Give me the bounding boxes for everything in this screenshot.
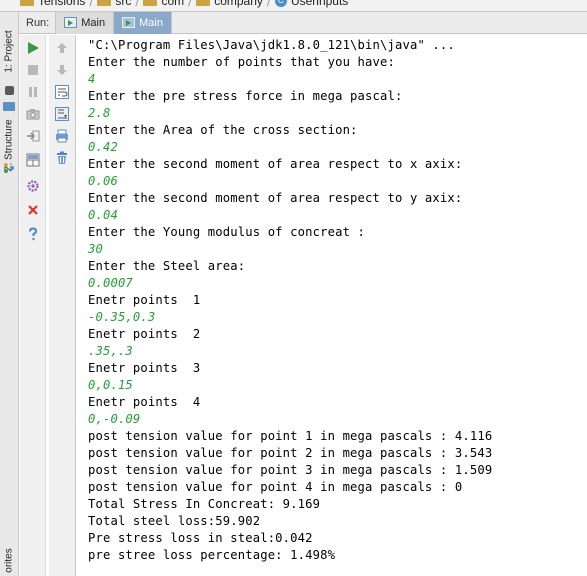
console-output-line: Pre stress loss in steal:0.042 [88, 531, 313, 545]
run-toolbar-primary [20, 35, 46, 576]
folder-icon [20, 0, 34, 6]
down-arrow-icon [57, 65, 67, 75]
console-output-line: post tension value for point 4 in mega p… [88, 480, 463, 494]
run-tool-window-header: Run: Main Main [19, 11, 587, 34]
console-user-input-line: 0.04 [88, 208, 118, 222]
breadcrumb-item-userinputs[interactable]: Userinputs [291, 0, 348, 8]
settings-button[interactable] [23, 177, 43, 195]
run-tab-main-2[interactable]: Main [114, 11, 172, 34]
stop-icon [28, 65, 38, 75]
soft-wrap-button[interactable] [52, 83, 72, 101]
breadcrumb-separator: / [89, 0, 94, 8]
pause-icon [29, 87, 37, 97]
project-tool-tab-label: 1: Project [4, 29, 15, 73]
print-icon [56, 129, 68, 143]
scroll-to-end-icon [55, 107, 69, 121]
console-command-line: "C:\Program Files\Java\jdk1.8.0_121\bin\… [88, 38, 455, 52]
stop-button[interactable] [23, 61, 43, 79]
console-output[interactable]: "C:\Program Files\Java\jdk1.8.0_121\bin\… [77, 35, 587, 576]
console-user-input-line: 0,0.15 [88, 378, 133, 392]
console-output-line: Total steel loss:59.902 [88, 514, 261, 528]
structure-tab-icon [3, 102, 15, 111]
clear-all-button[interactable] [52, 149, 72, 167]
console-user-input-line: 0.42 [88, 140, 118, 154]
breadcrumb-separator: / [188, 0, 193, 8]
print-button[interactable] [52, 127, 72, 145]
favorites-tool-tab-label: orites [4, 547, 16, 573]
help-icon [29, 227, 38, 241]
dump-threads-button[interactable] [23, 105, 43, 123]
console-output-line: Enter the Young modulus of concreat : [88, 225, 366, 239]
console-output-line: post tension value for point 1 in mega p… [88, 429, 493, 443]
run-label: Run: [26, 16, 50, 29]
pause-button[interactable] [23, 83, 43, 101]
rerun-button[interactable] [23, 39, 43, 57]
folder-icon [143, 0, 158, 6]
console-user-input-line: 2.8 [88, 106, 111, 120]
console-output-line: Enter the Steel area: [88, 259, 246, 273]
console-user-input-line: 0.06 [88, 174, 118, 188]
run-config-icon [122, 17, 136, 28]
exit-button[interactable] [23, 127, 43, 145]
folder-icon [196, 0, 211, 6]
run-tab-label: Main [139, 16, 163, 29]
next-occurrence-button[interactable] [52, 61, 72, 79]
console-output-line: Total Stress In Concreat: 9.169 [88, 497, 321, 511]
console-output-line: post tension value for point 2 in mega p… [88, 446, 493, 460]
exit-icon [27, 130, 40, 142]
soft-wrap-icon [55, 85, 69, 99]
console-user-input-line: 0.0007 [88, 276, 133, 290]
run-tab-label: Main [81, 16, 106, 29]
breadcrumb-item-company[interactable]: company [214, 0, 263, 8]
breadcrumb-separator: / [266, 0, 271, 8]
console-output-line: Enter the second moment of area respect … [88, 191, 463, 205]
class-icon: C [274, 0, 287, 7]
console-output-line: pre stree loss percentage: 1.498% [88, 548, 336, 562]
left-tool-stripe: 1: Project Z: Structure orites [0, 12, 19, 576]
console-user-input-line: .35,.3 [88, 344, 133, 358]
console-output-line: Enter the pre stress force in mega pasca… [88, 89, 403, 103]
breadcrumb-item-com[interactable]: com [161, 0, 184, 8]
camera-icon [26, 109, 40, 120]
close-button[interactable] [23, 201, 43, 219]
layout-icon [26, 153, 40, 167]
structure-icon [4, 162, 14, 173]
run-tab-main-1[interactable]: Main [55, 11, 115, 34]
breadcrumb-separator: / [135, 0, 140, 8]
console-output-line: Enter the Area of the cross section: [88, 123, 358, 137]
run-toolbar-secondary [49, 35, 76, 576]
folder-icon [97, 0, 112, 6]
console-output-line: Enter the second moment of area respect … [88, 157, 463, 171]
console-output-line: Enetr points 3 [88, 361, 201, 375]
console-user-input-line: -0.35,0.3 [88, 310, 156, 324]
navigation-breadcrumb: Tensions / src / com / company / C Useri… [0, 0, 587, 12]
console-output-line: post tension value for point 3 in mega p… [88, 463, 493, 477]
console-user-input-line: 0,-0.09 [88, 412, 141, 426]
clear-icon [57, 151, 67, 164]
breadcrumb-item-project[interactable]: Tensions [38, 0, 85, 8]
console-output-line: Enetr points 2 [88, 327, 201, 341]
console-output-line: Enter the number of points that you have… [88, 55, 395, 69]
project-tool-tab[interactable]: 1: Project [0, 16, 19, 86]
console-user-input-line: 30 [88, 242, 103, 256]
console-output-line: Enetr points 4 [88, 395, 201, 409]
favorites-tool-tab[interactable]: orites [0, 540, 19, 576]
breadcrumb-item-src[interactable]: src [115, 0, 131, 8]
console-output-line: Enetr points 1 [88, 293, 201, 307]
gear-icon [27, 180, 39, 192]
previous-occurrence-button[interactable] [52, 39, 72, 57]
up-arrow-icon [57, 43, 67, 53]
rerun-icon [28, 42, 39, 54]
restore-layout-button[interactable] [23, 151, 43, 169]
help-button[interactable] [23, 225, 43, 243]
project-tab-icon [5, 86, 14, 95]
close-icon [28, 205, 38, 215]
scroll-to-end-button[interactable] [52, 105, 72, 123]
run-config-icon [64, 17, 78, 28]
console-user-input-line: 4 [88, 72, 96, 86]
